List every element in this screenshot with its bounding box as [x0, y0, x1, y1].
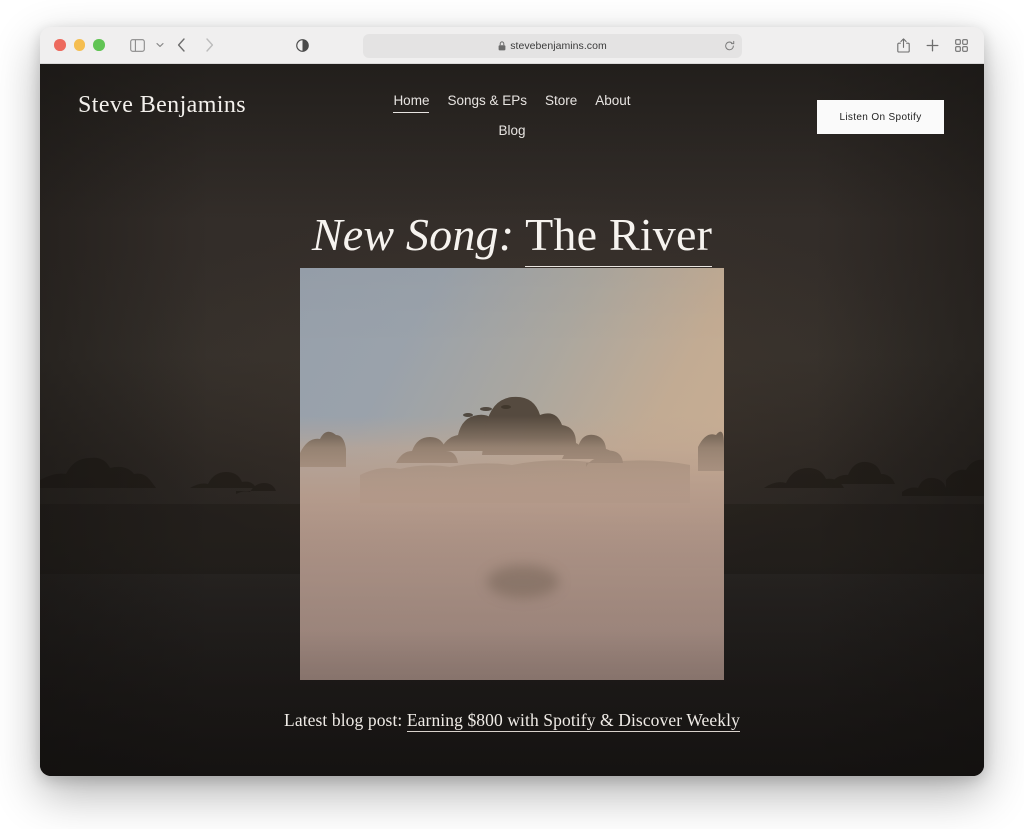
address-bar[interactable]: stevebenjamins.com — [363, 33, 742, 58]
nav-item-about[interactable]: About — [595, 91, 630, 113]
latest-blog-post-prefix: Latest blog post: — [284, 710, 403, 730]
new-tab-icon[interactable] — [922, 35, 942, 55]
hero-photo[interactable] — [300, 268, 724, 680]
photo-edge-shading — [300, 268, 724, 680]
nav-item-songs-eps[interactable]: Songs & EPs — [447, 91, 527, 113]
lock-icon — [498, 40, 506, 51]
page-title: New Song: The River — [40, 209, 984, 267]
reload-icon[interactable] — [724, 40, 735, 51]
page-title-song-link[interactable]: The River — [525, 209, 713, 267]
nav-item-home[interactable]: Home — [393, 91, 430, 113]
address-content: stevebenjamins.com — [498, 40, 607, 52]
browser-toolbar: stevebenjamins.com — [40, 27, 984, 64]
chevron-down-icon[interactable] — [153, 33, 167, 57]
back-button[interactable] — [169, 33, 195, 57]
forward-button[interactable] — [197, 33, 223, 57]
latest-blog-post-line: Latest blog post: Earning $800 with Spot… — [40, 710, 984, 732]
close-window-button[interactable] — [54, 39, 66, 51]
latest-blog-post-link[interactable]: Earning $800 with Spotify & Discover Wee… — [406, 710, 740, 732]
zoom-window-button[interactable] — [93, 39, 105, 51]
address-url-text: stevebenjamins.com — [510, 39, 607, 52]
nav-item-store[interactable]: Store — [545, 91, 577, 113]
browser-window: stevebenjamins.com Steve Benjamins Home … — [40, 27, 984, 776]
share-icon[interactable] — [893, 35, 913, 55]
shield-contrast-icon[interactable] — [296, 27, 309, 63]
website-content: Steve Benjamins Home Songs & EPs Store A… — [40, 64, 984, 776]
site-brand[interactable]: Steve Benjamins — [78, 92, 246, 119]
sidebar-icon[interactable] — [125, 33, 151, 57]
page-viewport: Steve Benjamins Home Songs & EPs Store A… — [40, 64, 984, 776]
toolbar-right-actions — [893, 27, 971, 63]
main-navigation: Home Songs & EPs Store About Blog — [362, 91, 662, 141]
tab-overview-icon[interactable] — [951, 35, 971, 55]
minimize-window-button[interactable] — [73, 39, 85, 51]
site-header: Steve Benjamins Home Songs & EPs Store A… — [40, 64, 984, 160]
listen-on-spotify-button[interactable]: Listen On Spotify — [817, 100, 944, 134]
nav-item-blog[interactable]: Blog — [498, 121, 525, 141]
page-title-italic: New Song: — [311, 209, 515, 260]
window-controls — [54, 39, 105, 51]
toolbar-nav-group — [125, 33, 223, 57]
